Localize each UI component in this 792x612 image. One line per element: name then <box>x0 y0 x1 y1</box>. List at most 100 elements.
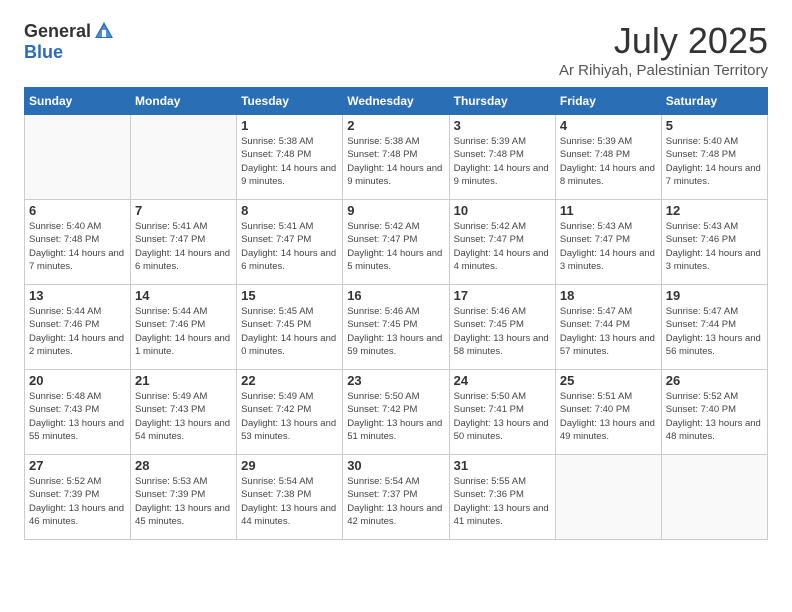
day-info: Sunrise: 5:49 AM Sunset: 7:42 PM Dayligh… <box>241 390 338 443</box>
calendar-cell: 27Sunrise: 5:52 AM Sunset: 7:39 PM Dayli… <box>25 455 131 540</box>
day-info: Sunrise: 5:53 AM Sunset: 7:39 PM Dayligh… <box>135 475 232 528</box>
day-info: Sunrise: 5:39 AM Sunset: 7:48 PM Dayligh… <box>560 135 657 188</box>
calendar-cell: 11 Sunrise: 5:43 AM Sunset: 7:47 PM Dayli… <box>555 200 661 285</box>
calendar-cell: 20 Sunrise: 5:48 AM Sunset: 7:43 PM Dayli… <box>25 370 131 455</box>
calendar-cell: 31Sunrise: 5:55 AM Sunset: 7:36 PM Dayli… <box>449 455 555 540</box>
weekday-header-sunday: Sunday <box>25 88 131 115</box>
day-info: Sunrise: 5:40 AM Sunset: 7:48 PM Dayligh… <box>666 135 763 188</box>
calendar-cell <box>131 115 237 200</box>
calendar-cell: 19Sunrise: 5:47 AM Sunset: 7:44 PM Dayli… <box>661 285 767 370</box>
day-number: 22 <box>241 373 338 388</box>
calendar-cell: 18Sunrise: 5:47 AM Sunset: 7:44 PM Dayli… <box>555 285 661 370</box>
calendar-cell: 10 Sunrise: 5:42 AM Sunset: 7:47 PM Dayli… <box>449 200 555 285</box>
week-row-1: 1 Sunrise: 5:38 AM Sunset: 7:48 PM Daylig… <box>25 115 768 200</box>
day-number: 30 <box>347 458 444 473</box>
calendar-cell: 24 Sunrise: 5:50 AM Sunset: 7:41 PM Dayli… <box>449 370 555 455</box>
day-number: 9 <box>347 203 444 218</box>
day-info: Sunrise: 5:38 AM Sunset: 7:48 PM Dayligh… <box>241 135 338 188</box>
calendar-cell: 28 Sunrise: 5:53 AM Sunset: 7:39 PM Dayli… <box>131 455 237 540</box>
day-info: Sunrise: 5:41 AM Sunset: 7:47 PM Dayligh… <box>241 220 338 273</box>
logo-blue-text: Blue <box>24 42 115 63</box>
day-info: Sunrise: 5:41 AM Sunset: 7:47 PM Dayligh… <box>135 220 232 273</box>
day-info: Sunrise: 5:40 AM Sunset: 7:48 PM Dayligh… <box>29 220 126 273</box>
calendar-cell: 3Sunrise: 5:39 AM Sunset: 7:48 PM Daylig… <box>449 115 555 200</box>
weekday-header-tuesday: Tuesday <box>237 88 343 115</box>
day-number: 12 <box>666 203 763 218</box>
day-number: 20 <box>29 373 126 388</box>
day-number: 14 <box>135 288 232 303</box>
weekday-header-saturday: Saturday <box>661 88 767 115</box>
day-info: Sunrise: 5:48 AM Sunset: 7:43 PM Dayligh… <box>29 390 126 443</box>
day-info: Sunrise: 5:43 AM Sunset: 7:46 PM Dayligh… <box>666 220 763 273</box>
calendar-cell: 5 Sunrise: 5:40 AM Sunset: 7:48 PM Daylig… <box>661 115 767 200</box>
calendar-cell: 2Sunrise: 5:38 AM Sunset: 7:48 PM Daylig… <box>343 115 449 200</box>
calendar-title: July 2025 <box>559 20 768 62</box>
weekday-header-wednesday: Wednesday <box>343 88 449 115</box>
day-number: 10 <box>454 203 551 218</box>
day-number: 19 <box>666 288 763 303</box>
day-info: Sunrise: 5:50 AM Sunset: 7:42 PM Dayligh… <box>347 390 444 443</box>
weekday-header-thursday: Thursday <box>449 88 555 115</box>
title-block: July 2025 Ar Rihiyah, Palestinian Territ… <box>559 20 768 79</box>
day-info: Sunrise: 5:45 AM Sunset: 7:45 PM Dayligh… <box>241 305 338 358</box>
calendar-cell: 1 Sunrise: 5:38 AM Sunset: 7:48 PM Daylig… <box>237 115 343 200</box>
calendar-cell <box>555 455 661 540</box>
calendar-cell: 16 Sunrise: 5:46 AM Sunset: 7:45 PM Dayli… <box>343 285 449 370</box>
day-info: Sunrise: 5:50 AM Sunset: 7:41 PM Dayligh… <box>454 390 551 443</box>
day-number: 1 <box>241 118 338 133</box>
calendar-cell: 17Sunrise: 5:46 AM Sunset: 7:45 PM Dayli… <box>449 285 555 370</box>
day-info: Sunrise: 5:44 AM Sunset: 7:46 PM Dayligh… <box>29 305 126 358</box>
calendar-cell: 25Sunrise: 5:51 AM Sunset: 7:40 PM Dayli… <box>555 370 661 455</box>
day-number: 21 <box>135 373 232 388</box>
week-row-4: 20 Sunrise: 5:48 AM Sunset: 7:43 PM Dayli… <box>25 370 768 455</box>
calendar-cell: 6Sunrise: 5:40 AM Sunset: 7:48 PM Daylig… <box>25 200 131 285</box>
calendar-cell: 26 Sunrise: 5:52 AM Sunset: 7:40 PM Dayli… <box>661 370 767 455</box>
day-number: 24 <box>454 373 551 388</box>
day-number: 11 <box>560 203 657 218</box>
calendar-subtitle: Ar Rihiyah, Palestinian Territory <box>559 62 768 79</box>
day-number: 15 <box>241 288 338 303</box>
day-number: 28 <box>135 458 232 473</box>
day-info: Sunrise: 5:54 AM Sunset: 7:37 PM Dayligh… <box>347 475 444 528</box>
day-number: 23 <box>347 373 444 388</box>
page: General Blue July 2025 Ar Rihiyah, Pales… <box>0 0 792 560</box>
logo: General Blue <box>24 20 115 63</box>
day-number: 13 <box>29 288 126 303</box>
calendar-cell: 4 Sunrise: 5:39 AM Sunset: 7:48 PM Daylig… <box>555 115 661 200</box>
calendar-cell: 23 Sunrise: 5:50 AM Sunset: 7:42 PM Dayli… <box>343 370 449 455</box>
weekday-header-row: SundayMondayTuesdayWednesdayThursdayFrid… <box>25 88 768 115</box>
day-info: Sunrise: 5:52 AM Sunset: 7:40 PM Dayligh… <box>666 390 763 443</box>
day-info: Sunrise: 5:43 AM Sunset: 7:47 PM Dayligh… <box>560 220 657 273</box>
day-number: 5 <box>666 118 763 133</box>
day-info: Sunrise: 5:44 AM Sunset: 7:46 PM Dayligh… <box>135 305 232 358</box>
day-number: 16 <box>347 288 444 303</box>
day-info: Sunrise: 5:42 AM Sunset: 7:47 PM Dayligh… <box>347 220 444 273</box>
day-info: Sunrise: 5:42 AM Sunset: 7:47 PM Dayligh… <box>454 220 551 273</box>
day-info: Sunrise: 5:55 AM Sunset: 7:36 PM Dayligh… <box>454 475 551 528</box>
calendar-cell: 12 Sunrise: 5:43 AM Sunset: 7:46 PM Dayli… <box>661 200 767 285</box>
day-number: 2 <box>347 118 444 133</box>
day-info: Sunrise: 5:46 AM Sunset: 7:45 PM Dayligh… <box>347 305 444 358</box>
weekday-header-monday: Monday <box>131 88 237 115</box>
calendar-cell: 14 Sunrise: 5:44 AM Sunset: 7:46 PM Dayli… <box>131 285 237 370</box>
calendar-cell: 21 Sunrise: 5:49 AM Sunset: 7:43 PM Dayli… <box>131 370 237 455</box>
header: General Blue July 2025 Ar Rihiyah, Pales… <box>24 20 768 79</box>
calendar-cell <box>661 455 767 540</box>
day-number: 26 <box>666 373 763 388</box>
calendar-cell: 30 Sunrise: 5:54 AM Sunset: 7:37 PM Dayli… <box>343 455 449 540</box>
day-number: 4 <box>560 118 657 133</box>
day-info: Sunrise: 5:46 AM Sunset: 7:45 PM Dayligh… <box>454 305 551 358</box>
weekday-header-friday: Friday <box>555 88 661 115</box>
logo-icon <box>93 20 115 42</box>
day-number: 3 <box>454 118 551 133</box>
day-info: Sunrise: 5:47 AM Sunset: 7:44 PM Dayligh… <box>560 305 657 358</box>
day-info: Sunrise: 5:51 AM Sunset: 7:40 PM Dayligh… <box>560 390 657 443</box>
calendar-table: SundayMondayTuesdayWednesdayThursdayFrid… <box>24 87 768 540</box>
day-number: 29 <box>241 458 338 473</box>
day-number: 7 <box>135 203 232 218</box>
day-info: Sunrise: 5:49 AM Sunset: 7:43 PM Dayligh… <box>135 390 232 443</box>
week-row-5: 27Sunrise: 5:52 AM Sunset: 7:39 PM Dayli… <box>25 455 768 540</box>
week-row-2: 6Sunrise: 5:40 AM Sunset: 7:48 PM Daylig… <box>25 200 768 285</box>
calendar-cell: 13 Sunrise: 5:44 AM Sunset: 7:46 PM Dayli… <box>25 285 131 370</box>
week-row-3: 13 Sunrise: 5:44 AM Sunset: 7:46 PM Dayli… <box>25 285 768 370</box>
